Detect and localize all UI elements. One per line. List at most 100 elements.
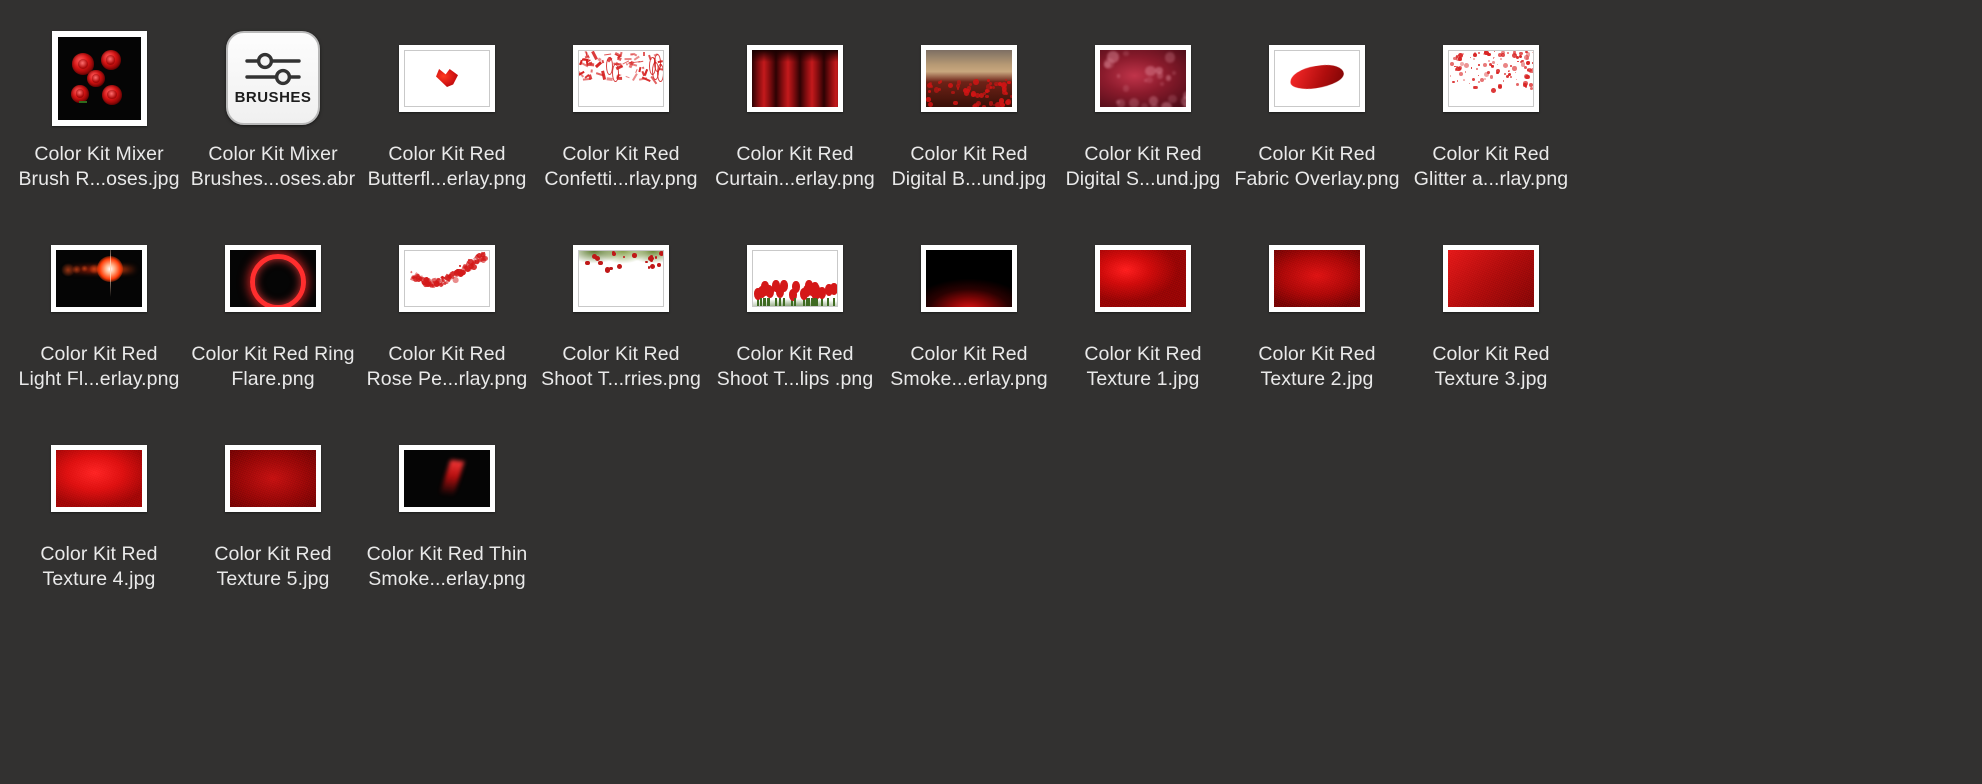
file-label-line2: Smoke...erlay.png [890, 368, 1048, 390]
file-thumbnail[interactable] [225, 222, 321, 334]
file-item[interactable]: Color Kit Red Butterfl...erlay.png [360, 18, 534, 218]
file-item[interactable]: Color Kit Red Texture 1.jpg [1056, 218, 1230, 418]
thumbnail-image [1448, 49, 1534, 107]
file-item[interactable]: BRUSHES Color Kit Mixer Brushes...oses.abr [186, 18, 360, 218]
file-label[interactable]: Color Kit Red Texture 2.jpg [1233, 342, 1401, 392]
file-label-line1: Color Kit Red [1258, 343, 1376, 365]
file-label[interactable]: Color Kit Red Shoot T...rries.png [537, 342, 705, 392]
file-label[interactable]: Color Kit Red Thin Smoke...erlay.png [363, 542, 531, 592]
file-thumbnail[interactable] [399, 422, 495, 534]
file-thumbnail[interactable] [1095, 22, 1191, 134]
file-label-line2: Butterfl...erlay.png [367, 168, 527, 190]
thumbnail-frame [399, 444, 495, 512]
thumbnail-frame [1095, 44, 1191, 112]
file-label[interactable]: Color Kit Red Texture 3.jpg [1407, 342, 1575, 392]
thumbnail-frame [225, 444, 321, 512]
thumbnail-image [404, 49, 490, 107]
file-item[interactable]: Color Kit Red Confetti...rlay.png [534, 18, 708, 218]
file-label-line2: Fabric Overlay.png [1234, 168, 1400, 190]
file-item[interactable]: Color Kit Red Rose Pe...rlay.png [360, 218, 534, 418]
file-label[interactable]: Color Kit Red Digital S...und.jpg [1059, 142, 1227, 192]
file-label[interactable]: Color Kit Red Rose Pe...rlay.png [363, 342, 531, 392]
file-item[interactable]: Color Kit Red Shoot T...lips .png [708, 218, 882, 418]
file-label-line1: Color Kit Red [40, 543, 158, 565]
file-thumbnail[interactable] [1443, 222, 1539, 334]
file-thumbnail[interactable] [51, 22, 147, 134]
file-label[interactable]: Color Kit Red Confetti...rlay.png [537, 142, 705, 192]
file-item[interactable]: Color Kit Red Glitter a...rlay.png [1404, 18, 1578, 218]
file-thumbnail[interactable] [1269, 22, 1365, 134]
file-item[interactable]: Color Kit Red Thin Smoke...erlay.png [360, 418, 534, 618]
thumbnail-frame [921, 44, 1017, 112]
file-label-line1: Color Kit Red [40, 343, 158, 365]
file-thumbnail[interactable] [51, 422, 147, 534]
file-item[interactable]: Color Kit Red Digital B...und.jpg [882, 18, 1056, 218]
file-item[interactable]: Color Kit Red Ring Flare.png [186, 218, 360, 418]
thumbnail-frame [747, 44, 843, 112]
file-thumbnail[interactable] [51, 222, 147, 334]
file-label[interactable]: Color Kit Red Digital B...und.jpg [885, 142, 1053, 192]
file-label-line2: Digital B...und.jpg [891, 168, 1047, 190]
file-thumbnail[interactable]: BRUSHES [226, 22, 320, 134]
file-label-line2: Shoot T...lips .png [716, 368, 874, 390]
thumbnail-frame [1443, 244, 1539, 312]
thumbnail-frame [51, 444, 147, 512]
file-label-line1: Color Kit Red Ring [191, 343, 355, 365]
file-label[interactable]: Color Kit Red Ring Flare.png [189, 342, 357, 392]
file-label[interactable]: Color Kit Mixer Brush R...oses.jpg [15, 142, 183, 192]
file-label-line2: Curtain...erlay.png [715, 168, 875, 190]
file-thumbnail[interactable] [1269, 222, 1365, 334]
file-label[interactable]: Color Kit Red Glitter a...rlay.png [1407, 142, 1575, 192]
file-item[interactable]: Color Kit Red Texture 2.jpg [1230, 218, 1404, 418]
file-thumbnail[interactable] [1443, 22, 1539, 134]
file-thumbnail[interactable] [921, 22, 1017, 134]
file-label[interactable]: Color Kit Red Butterfl...erlay.png [363, 142, 531, 192]
file-icon-grid[interactable]: Color Kit Mixer Brush R...oses.jpg BRUSHES… [0, 0, 1982, 618]
file-thumbnail[interactable] [747, 22, 843, 134]
thumbnail-image [926, 49, 1012, 107]
thumbnail-frame [1269, 244, 1365, 312]
file-item[interactable]: Color Kit Red Texture 5.jpg [186, 418, 360, 618]
file-item[interactable]: Color Kit Red Texture 3.jpg [1404, 218, 1578, 418]
thumbnail-image [230, 449, 316, 507]
file-label[interactable]: Color Kit Red Curtain...erlay.png [711, 142, 879, 192]
file-item[interactable]: Color Kit Red Shoot T...rries.png [534, 218, 708, 418]
file-thumbnail[interactable] [225, 422, 321, 534]
file-label-line1: Color Kit Mixer [34, 143, 164, 165]
file-label-line1: Color Kit Red [910, 143, 1028, 165]
file-label[interactable]: Color Kit Red Shoot T...lips .png [711, 342, 879, 392]
thumbnail-image [752, 249, 838, 307]
sliders-icon [245, 52, 301, 86]
thumbnail-frame [51, 30, 147, 126]
file-item[interactable]: Color Kit Red Curtain...erlay.png [708, 18, 882, 218]
thumbnail-image [1448, 249, 1534, 307]
file-label[interactable]: Color Kit Red Light Fl...erlay.png [15, 342, 183, 392]
file-item[interactable]: Color Kit Red Fabric Overlay.png [1230, 18, 1404, 218]
file-label-line1: Color Kit Mixer [208, 143, 338, 165]
file-label-line2: Digital S...und.jpg [1065, 168, 1221, 190]
file-item[interactable]: Color Kit Red Light Fl...erlay.png [12, 218, 186, 418]
file-item[interactable]: Color Kit Red Texture 4.jpg [12, 418, 186, 618]
file-item[interactable]: Color Kit Red Digital S...und.jpg [1056, 18, 1230, 218]
file-label-line1: Color Kit Red [736, 343, 854, 365]
thumbnail-image [1274, 49, 1360, 107]
file-label-line1: Color Kit Red [1432, 343, 1550, 365]
thumbnail-image [578, 49, 664, 107]
file-label[interactable]: Color Kit Red Texture 1.jpg [1059, 342, 1227, 392]
file-label[interactable]: Color Kit Red Fabric Overlay.png [1233, 142, 1401, 192]
file-item[interactable]: Color Kit Mixer Brush R...oses.jpg [12, 18, 186, 218]
file-thumbnail[interactable] [573, 22, 669, 134]
file-label[interactable]: Color Kit Red Smoke...erlay.png [885, 342, 1053, 392]
file-thumbnail[interactable] [573, 222, 669, 334]
file-item[interactable]: Color Kit Red Smoke...erlay.png [882, 218, 1056, 418]
file-thumbnail[interactable] [1095, 222, 1191, 334]
file-thumbnail[interactable] [399, 222, 495, 334]
file-label[interactable]: Color Kit Mixer Brushes...oses.abr [189, 142, 357, 192]
thumbnail-frame [51, 244, 147, 312]
file-thumbnail[interactable] [399, 22, 495, 134]
file-thumbnail[interactable] [747, 222, 843, 334]
file-thumbnail[interactable] [921, 222, 1017, 334]
file-label[interactable]: Color Kit Red Texture 5.jpg [189, 542, 357, 592]
file-label[interactable]: Color Kit Red Texture 4.jpg [15, 542, 183, 592]
file-label-line1: Color Kit Red [1258, 143, 1376, 165]
